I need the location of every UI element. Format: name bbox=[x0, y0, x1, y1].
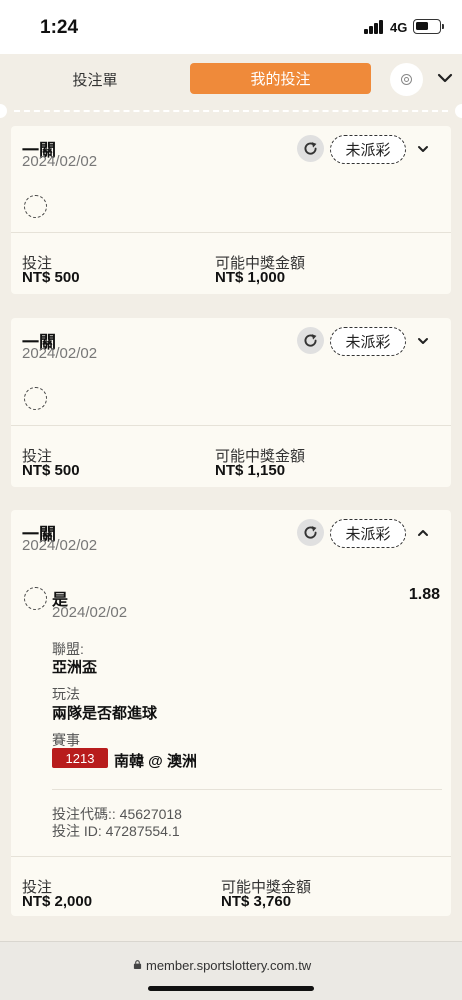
url-text[interactable]: member.sportslottery.com.tw bbox=[146, 958, 311, 973]
bet-id: 投注 ID: 47287554.1 bbox=[52, 823, 180, 839]
tab-bet-slip[interactable]: 投注單 bbox=[40, 64, 150, 94]
status-badge: 未派彩 bbox=[330, 135, 406, 164]
tab-my-bets[interactable]: 我的投注 bbox=[190, 63, 371, 94]
battery-icon bbox=[413, 19, 444, 34]
event-label: 賽事 bbox=[52, 732, 80, 748]
refresh-button[interactable] bbox=[297, 519, 324, 546]
cellular-signal-icon bbox=[364, 20, 386, 34]
settings-button[interactable] bbox=[390, 63, 423, 96]
chevron-up-icon[interactable] bbox=[416, 526, 430, 540]
divider bbox=[11, 425, 451, 426]
divider bbox=[11, 856, 451, 857]
stake-value: NT$ 500 bbox=[22, 462, 80, 479]
refresh-icon bbox=[304, 334, 317, 347]
bet-date: 2024/02/02 bbox=[22, 153, 98, 170]
market-label: 玩法 bbox=[52, 686, 80, 702]
home-indicator[interactable] bbox=[148, 986, 314, 991]
refresh-button[interactable] bbox=[297, 135, 324, 162]
league-value: 亞洲盃 bbox=[52, 659, 98, 676]
match-name: 南韓 @ 澳洲 bbox=[114, 753, 197, 770]
selection-date: 2024/02/02 bbox=[52, 604, 128, 621]
potential-payout-value: NT$ 3,760 bbox=[221, 893, 292, 910]
bet-date: 2024/02/02 bbox=[22, 537, 98, 554]
selection-status-icon bbox=[24, 587, 47, 610]
gear-icon bbox=[401, 74, 412, 85]
match-id-badge: 1213 bbox=[52, 748, 108, 768]
chevron-down-icon[interactable] bbox=[416, 334, 430, 348]
divider bbox=[52, 789, 442, 790]
lock-icon bbox=[133, 960, 142, 969]
bet-card[interactable]: 一關 2024/02/02 未派彩 投注 NT$ 500 可能中獎金額 NT$ … bbox=[11, 318, 451, 487]
status-time: 1:24 bbox=[40, 17, 79, 38]
potential-payout-value: NT$ 1,000 bbox=[215, 269, 286, 286]
bet-card[interactable]: 一關 2024/02/02 未派彩 投注 NT$ 500 可能中獎金額 NT$ … bbox=[11, 126, 451, 294]
network-type: 4G bbox=[390, 20, 408, 35]
selection-status-icon bbox=[24, 195, 47, 218]
bet-date: 2024/02/02 bbox=[22, 345, 98, 362]
status-badge: 未派彩 bbox=[330, 327, 406, 356]
divider bbox=[11, 232, 451, 233]
refresh-button[interactable] bbox=[297, 327, 324, 354]
ticket-separator bbox=[0, 104, 462, 118]
status-badge: 未派彩 bbox=[330, 519, 406, 548]
chevron-down-icon[interactable] bbox=[416, 142, 430, 156]
chevron-down-icon[interactable] bbox=[435, 68, 455, 88]
market-value: 兩隊是否都進球 bbox=[52, 705, 158, 722]
bet-panel-header: 投注單 我的投注 bbox=[0, 54, 462, 110]
refresh-icon bbox=[304, 142, 317, 155]
potential-payout-value: NT$ 1,150 bbox=[215, 462, 286, 479]
stake-value: NT$ 500 bbox=[22, 269, 80, 286]
selection-odds: 1.88 bbox=[408, 586, 440, 603]
status-bar: 1:24 4G bbox=[0, 0, 462, 54]
refresh-icon bbox=[304, 526, 317, 539]
bet-card-expanded[interactable]: 一關 2024/02/02 未派彩 是 1.88 2024/02/02 聯盟: … bbox=[11, 510, 451, 916]
stake-value: NT$ 2,000 bbox=[22, 893, 93, 910]
browser-url-bar[interactable]: member.sportslottery.com.tw bbox=[0, 941, 462, 1000]
selection-status-icon bbox=[24, 387, 47, 410]
